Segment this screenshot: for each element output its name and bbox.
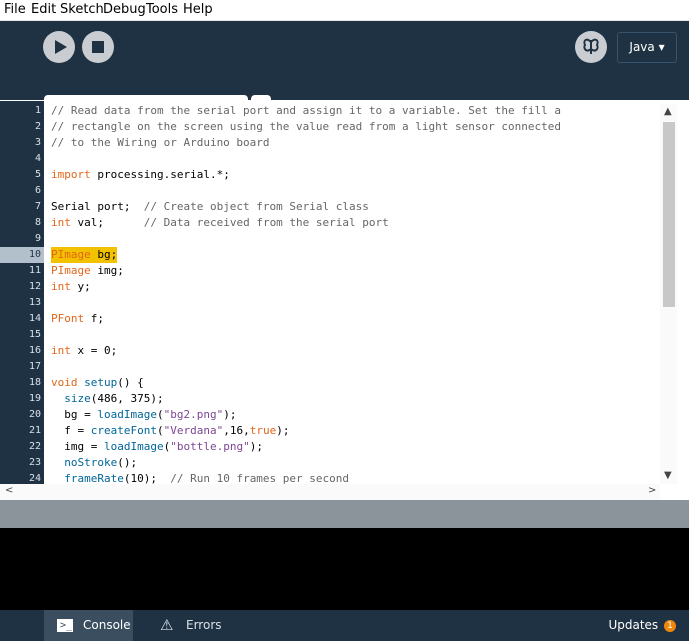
- line-number: 2: [34, 121, 41, 132]
- console-tab-label: Console: [83, 618, 131, 632]
- menu-edit[interactable]: Edit: [31, 2, 56, 17]
- code-editor[interactable]: 1 // Read data from the serial port and a…: [0, 101, 677, 500]
- line-code: // rectangle on the screen using the val…: [51, 120, 561, 133]
- code-line[interactable]: 15: [0, 327, 677, 343]
- updates-count-badge: 1: [664, 619, 676, 632]
- debugger-button[interactable]: [575, 31, 607, 63]
- tab-console[interactable]: >_ Console: [44, 610, 133, 641]
- code-line[interactable]: 22 img = loadImage("bottle.png");: [0, 439, 677, 455]
- butterfly-icon: [583, 38, 599, 54]
- code-line[interactable]: 12 int y;: [0, 279, 677, 295]
- line-code: PImage img;: [51, 264, 124, 277]
- menu-file[interactable]: File: [4, 2, 26, 17]
- line-number: 9: [34, 233, 41, 244]
- menu-bar: File Edit Sketch Debug Tools Help: [0, 0, 689, 21]
- warning-icon: ⚠: [160, 616, 174, 634]
- message-area[interactable]: [0, 500, 689, 528]
- menu-help[interactable]: Help: [183, 2, 213, 17]
- line-number: 12: [28, 281, 41, 292]
- updates-button[interactable]: Updates 1: [608, 610, 676, 641]
- line-code: f = createFont("Verdana",16,true);: [51, 424, 290, 437]
- code-line[interactable]: 2 // rectangle on the screen using the va…: [0, 119, 677, 135]
- line-number: 18: [28, 377, 41, 388]
- code-line[interactable]: 6: [0, 183, 677, 199]
- line-number: 8: [34, 217, 41, 228]
- horizontal-scrollbar[interactable]: < >: [0, 484, 660, 500]
- code-line[interactable]: 10 PImage bg;: [0, 247, 677, 263]
- menu-sketch[interactable]: Sketch: [60, 2, 104, 17]
- line-number: 23: [28, 457, 41, 468]
- play-icon: [55, 40, 67, 54]
- code-line[interactable]: 4: [0, 151, 677, 167]
- code-line[interactable]: 13: [0, 295, 677, 311]
- line-code: size(486, 375);: [64, 392, 164, 405]
- scroll-left-icon[interactable]: <: [5, 485, 13, 496]
- line-number: 20: [28, 409, 41, 420]
- vertical-scrollbar[interactable]: ▲ ▼: [660, 104, 677, 484]
- footer-bar: >_ Console ⚠ Errors Updates 1: [0, 610, 689, 641]
- line-number: 3: [34, 137, 41, 148]
- menu-tools[interactable]: Tools: [146, 2, 178, 17]
- line-code: int x = 0;: [51, 344, 118, 357]
- errors-tab-label: Errors: [186, 618, 222, 632]
- code-line[interactable]: 23 noStroke();: [0, 455, 677, 471]
- code-line[interactable]: 19 size(486, 375);: [0, 391, 677, 407]
- line-code: // to the Wiring or Arduino board: [51, 136, 270, 149]
- line-number: 22: [28, 441, 41, 452]
- stop-button[interactable]: [82, 31, 114, 63]
- line-code: noStroke();: [64, 456, 138, 469]
- menu-debug[interactable]: Debug: [103, 2, 146, 17]
- line-code: PImage bg;: [51, 247, 118, 263]
- line-number: 19: [28, 393, 41, 404]
- console-icon: >_: [57, 619, 73, 632]
- code-line[interactable]: 3 // to the Wiring or Arduino board: [0, 135, 677, 151]
- code-line[interactable]: 17: [0, 359, 677, 375]
- line-code: // Read data from the serial port and as…: [51, 104, 561, 117]
- line-code: Serial port; // Create object from Seria…: [51, 200, 369, 213]
- mode-selector[interactable]: Java ▾: [617, 32, 677, 63]
- line-code: bg = loadImage("bg2.png");: [51, 408, 237, 421]
- line-number: 4: [34, 153, 41, 164]
- code-line[interactable]: 11 PImage img;: [0, 263, 677, 279]
- line-number: 7: [34, 201, 41, 212]
- line-code: img = loadImage("bottle.png");: [51, 440, 263, 453]
- code-line[interactable]: 21 f = createFont("Verdana",16,true);: [0, 423, 677, 439]
- tab-errors[interactable]: ⚠ Errors: [145, 610, 234, 641]
- code-line[interactable]: 9: [0, 231, 677, 247]
- line-number: 16: [28, 345, 41, 356]
- updates-label: Updates: [608, 618, 659, 632]
- code-line[interactable]: 18 void setup() {: [0, 375, 677, 391]
- code-line[interactable]: 7 Serial port; // Create object from Seri…: [0, 199, 677, 215]
- toolbar: Java ▾ sketch__sensorshapeWORKS ▼: [0, 21, 689, 122]
- line-number: 6: [34, 185, 41, 196]
- line-number: 13: [28, 297, 41, 308]
- line-number: 1: [34, 105, 41, 116]
- line-code: int val; // Data received from the seria…: [51, 216, 389, 229]
- console-output[interactable]: [0, 528, 689, 610]
- line-number: 14: [28, 313, 41, 324]
- run-button[interactable]: [43, 31, 75, 63]
- stop-icon: [92, 41, 104, 53]
- scroll-thumb[interactable]: [663, 122, 675, 307]
- line-code: import processing.serial.*;: [51, 168, 230, 181]
- code-line[interactable]: 1 // Read data from the serial port and a…: [0, 103, 677, 119]
- scroll-right-icon[interactable]: >: [648, 485, 656, 496]
- line-number: 5: [34, 169, 41, 180]
- line-code: int y;: [51, 280, 91, 293]
- line-number: 15: [28, 329, 41, 340]
- scroll-up-icon[interactable]: ▲: [664, 106, 672, 117]
- line-number: 21: [28, 425, 41, 436]
- line-number: 17: [28, 361, 41, 372]
- line-number: 10: [28, 249, 41, 260]
- code-line[interactable]: 20 bg = loadImage("bg2.png");: [0, 407, 677, 423]
- code-lines: 1 // Read data from the serial port and a…: [0, 103, 677, 487]
- line-code: void setup() {: [51, 376, 144, 389]
- code-line[interactable]: 5 import processing.serial.*;: [0, 167, 677, 183]
- code-line[interactable]: 16 int x = 0;: [0, 343, 677, 359]
- code-line[interactable]: 8 int val; // Data received from the seri…: [0, 215, 677, 231]
- line-number: 11: [28, 265, 41, 276]
- code-line[interactable]: 14 PFont f;: [0, 311, 677, 327]
- scroll-down-icon[interactable]: ▼: [664, 470, 672, 481]
- line-code: PFont f;: [51, 312, 104, 325]
